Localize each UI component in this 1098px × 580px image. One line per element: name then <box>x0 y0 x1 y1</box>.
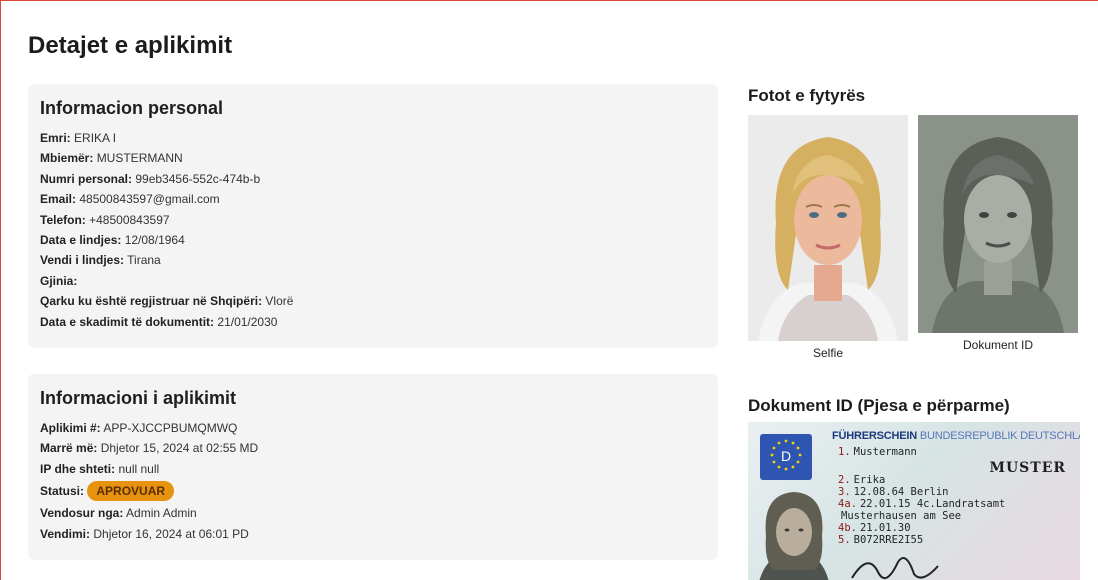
license-line: 1. Mustermann <box>838 446 917 458</box>
application-info-card: Informacioni i aplikimit Aplikimi #: APP… <box>28 374 718 560</box>
field-gender: Gjinia: <box>40 273 78 288</box>
field-decided-by: Vendosur nga: Admin Admin <box>40 506 197 521</box>
application-info-title: Informacioni i aplikimit <box>40 388 237 408</box>
page-title: Detajet e aplikimit <box>28 32 233 59</box>
selfie-caption: Selfie <box>812 346 844 360</box>
selfie-portrait-icon <box>748 115 908 341</box>
field-status: Statusi: APROVUAR <box>40 479 706 503</box>
field-region: Qarku ku është regjistruar në Shqipëri: … <box>40 294 294 309</box>
license-line: 5. B072RRE2I55 <box>838 534 924 546</box>
field-birth-place: Vendi i lindjes: Tirana <box>40 253 161 268</box>
field-birth-date: Data e lindjes: 12/08/1964 <box>40 233 185 248</box>
personal-info-title: Informacion personal <box>40 98 224 118</box>
field-ip-country: IP dhe shteti: null null <box>40 461 160 476</box>
document-face-photo[interactable] <box>918 115 1078 333</box>
face-photos-title: Fotot e fytyrës <box>748 86 866 105</box>
field-personal-number: Numri personal: 99eb3456-552c-474b-b <box>40 171 261 186</box>
selfie-photo[interactable] <box>748 115 908 341</box>
license-line: 4b. 21.01.30 <box>838 522 911 534</box>
document-portrait-icon <box>918 115 1078 333</box>
license-line: 2. Erika <box>838 474 886 486</box>
license-line: Musterhausen am See <box>841 510 962 522</box>
field-phone: Telefon: +48500843597 <box>40 212 170 227</box>
personal-info-card: Informacion personal Emri: ERIKA I Mbiem… <box>28 84 718 348</box>
field-application-id: Aplikimi #: APP-XJCCPBUMQMWQ <box>40 421 238 435</box>
license-line: 3. 12.08.64 Berlin <box>838 486 949 498</box>
field-last-name: Mbiemër: MUSTERMANN <box>40 151 183 166</box>
field-email: Email: 48500843597@gmail.com <box>40 192 220 207</box>
field-first-name: Emri: ERIKA I <box>40 131 117 145</box>
field-received-at: Marrë më: Dhjetor 15, 2024 at 02:55 MD <box>40 441 259 456</box>
license-muster: MUSTER <box>989 460 1066 476</box>
status-badge: APROVUAR <box>87 481 175 502</box>
license-portrait-icon <box>759 492 829 580</box>
country-letter: D <box>780 448 792 464</box>
license-heading: FÜHRERSCHEIN BUNDESREPUBLIK DEUTSCHLAND <box>832 430 1080 442</box>
driving-license-image[interactable]: D FÜHRERSCHEIN BUNDESREPUBLIK DEUTSCHLAN… <box>748 422 1080 580</box>
signature-icon <box>851 557 939 580</box>
document-id-caption: Dokument ID <box>962 338 1034 352</box>
field-decision: Vendimi: Dhjetor 16, 2024 at 06:01 PD <box>40 526 249 541</box>
id-front-title: Dokument ID (Pjesa e përparme) <box>748 396 1010 415</box>
eu-flag-icon: D <box>760 434 812 480</box>
license-line: 4a. 22.01.15 4c.Landratsamt <box>838 498 1006 510</box>
field-doc-expiry: Data e skadimit të dokumentit: 21/01/203… <box>40 314 278 329</box>
